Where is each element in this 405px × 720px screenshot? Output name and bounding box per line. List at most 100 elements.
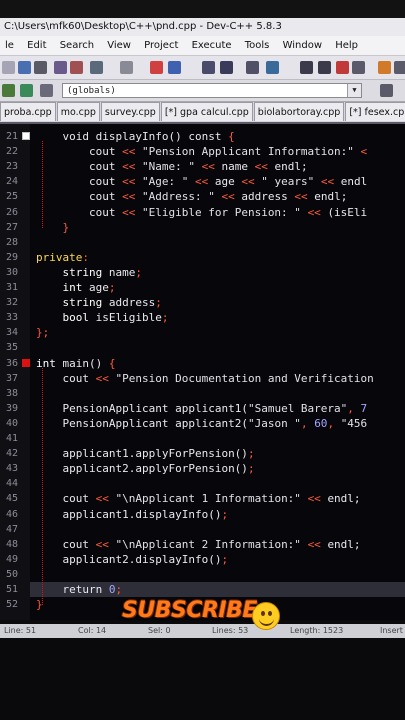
options-icon[interactable] [394,61,405,74]
code-token: , [347,401,361,415]
bookmark-icon[interactable] [40,84,53,97]
code-line: 44 [0,476,405,491]
code-token: "\nApplicant 1 Information:" [115,492,308,506]
code-line: 42 applicant1.applyForPension(); [0,446,405,461]
code-text: cout << "Age: " << age << " years" << en… [36,174,367,189]
code-token: { [228,130,235,143]
open-icon[interactable] [18,61,31,74]
code-text: } [36,220,70,235]
tab-file[interactable]: survey.cpp [100,102,160,121]
code-token: << [95,371,116,385]
tab-file[interactable]: mo.cpp [56,102,100,121]
menu-search[interactable]: Search [60,36,94,55]
line-number: 39 [5,402,18,414]
fold-toggle-icon[interactable] [22,132,30,140]
line-number: 35 [5,342,18,354]
tab-file[interactable]: biolabortoray.cpp [253,102,345,121]
code-line: 48 cout << "\nApplicant 2 Information:" … [0,537,405,552]
code-line: 32 string address; [0,295,405,310]
debug-icon[interactable] [300,61,313,74]
code-editor[interactable]: 21 void displayInfo() const {22 cout << … [0,124,405,620]
menu-file[interactable]: le [5,36,14,55]
menu-window[interactable]: Window [283,36,322,55]
code-token: cout [88,205,123,219]
compile-icon[interactable] [246,61,259,74]
code-token: ; [221,507,229,521]
code-token: (isEli [327,205,368,219]
code-token: << [122,205,142,219]
code-token: address [108,296,156,310]
code-line: 29 private: [0,250,405,265]
code-token: ; [247,462,255,476]
profile-icon[interactable] [352,61,365,74]
find-icon[interactable] [202,61,215,74]
main-toolbar [0,55,405,80]
scope-select[interactable]: (globals) ▼ [62,83,362,98]
menu-tools[interactable]: Tools [245,36,270,55]
window-title: C:\Users\mfk60\Desktop\C++\pnd.cpp - Dev… [4,21,282,32]
tab-file[interactable]: [*] fesex.cpp [345,102,405,121]
tab-file[interactable]: [*] gpa calcul.cpp [160,102,253,121]
code-token: ; [155,296,162,310]
code-token: }; [36,326,50,340]
code-token: , [300,416,315,430]
print-preview-icon[interactable] [120,61,133,74]
run-icon[interactable] [266,61,279,74]
save-all-icon[interactable] [54,61,67,74]
code-line: 28 [0,235,405,250]
file-tabs: proba.cpp mo.cpp survey.cpp [*] gpa calcul.… [0,102,405,124]
redo-icon[interactable] [168,61,181,74]
code-token: applicant2( [175,416,248,430]
code-token: ; [108,281,116,294]
code-token: string [62,265,109,279]
line-number: 49 [5,553,18,565]
window-title-bar: C:\Users\mfk60\Desktop\C++\pnd.cpp - Dev… [0,18,405,36]
code-token: " years" [261,175,321,189]
tab-file[interactable]: proba.cpp [0,102,56,121]
replace-icon[interactable] [220,61,233,74]
code-token: address [241,190,295,204]
code-token: << [122,190,142,204]
code-token: << [221,190,242,204]
grid-icon[interactable] [378,61,391,74]
back-icon[interactable] [2,84,15,97]
code-text: PensionApplicant applicant1("Samuel Bare… [36,401,368,416]
menu-project[interactable]: Project [144,36,178,55]
step-icon[interactable] [318,61,331,74]
menu-edit[interactable]: Edit [27,36,46,55]
code-token: ; [135,265,142,279]
code-token: "Eligible for Pension: " [141,205,308,219]
code-line: 27 } [0,220,405,235]
undo-icon[interactable] [150,61,163,74]
menu-execute[interactable]: Execute [192,36,232,55]
code-text: cout << "Pension Applicant Information:"… [36,144,367,159]
menu-help[interactable]: Help [335,36,358,55]
code-line: 26 cout << "Eligible for Pension: " << (… [0,205,405,220]
forward-icon[interactable] [20,84,33,97]
line-number: 36 [5,357,18,369]
new-file-icon[interactable] [2,61,15,74]
stop-icon[interactable] [336,61,349,74]
code-line: 39 PensionApplicant applicant1("Samuel B… [0,401,405,416]
line-number: 40 [5,417,18,429]
fold-guide [42,367,43,606]
code-line: 40 PensionApplicant applicant2("Jason ",… [0,416,405,431]
close-icon[interactable] [70,61,83,74]
code-token: "Age: " [141,175,195,189]
code-token: "\nApplicant 2 Information:" [115,537,308,551]
code-text: applicant1.displayInfo(); [36,507,229,522]
save-icon[interactable] [34,61,47,74]
fold-toggle-icon[interactable] [22,358,30,367]
chevron-down-icon[interactable]: ▼ [347,84,361,97]
line-number: 38 [5,387,18,399]
menu-view[interactable]: View [107,36,131,55]
class-browser-icon[interactable] [380,84,393,97]
print-icon[interactable] [90,61,103,74]
line-number: 52 [5,599,18,611]
